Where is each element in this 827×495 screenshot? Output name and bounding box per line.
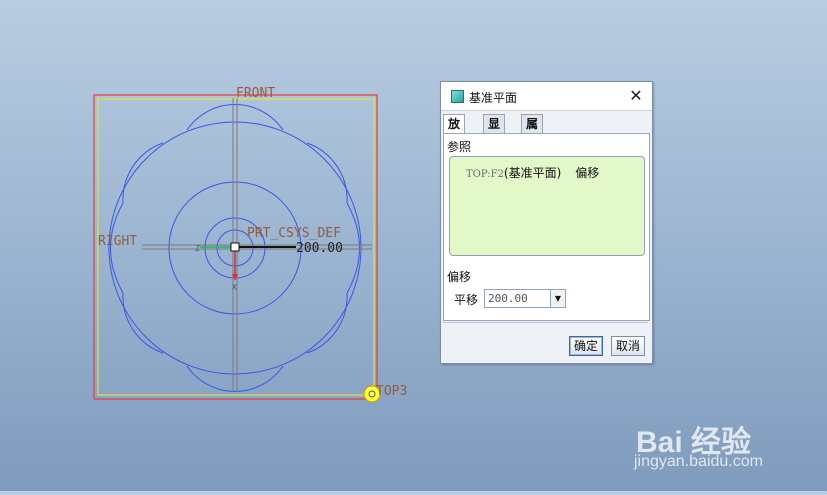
new-plane-label: TOP3 — [376, 384, 407, 399]
datum-plane-dialog[interactable]: 基准平面 ✕ 放置 显示 属性 参照 TOP:F2(基准平面) 偏移 偏移 平移 … — [440, 81, 653, 364]
tab-placement[interactable]: 放置 — [443, 114, 466, 149]
offset-dimension-value[interactable]: 200.00 — [296, 241, 343, 256]
petal-lower-right — [306, 292, 348, 354]
references-collector[interactable]: TOP:F2(基准平面) 偏移 — [449, 156, 645, 256]
chevron-down-icon[interactable]: ▼ — [550, 290, 565, 307]
tab-properties[interactable]: 属性 — [521, 114, 544, 149]
ok-button[interactable]: 确定 — [569, 336, 604, 356]
reference-type: (基准平面) — [503, 166, 562, 180]
petal-lower-left — [122, 292, 164, 354]
placement-panel: 参照 TOP:F2(基准平面) 偏移 偏移 平移 ▼ — [443, 133, 650, 321]
baidu-watermark: Bai 经验 jingyan.baidu.com — [600, 395, 825, 475]
footer-divider — [443, 322, 648, 323]
tab-display[interactable]: 显示 — [483, 114, 506, 149]
reference-mode[interactable]: 偏移 — [575, 166, 599, 180]
csys-label: PRT_CSYS_DEF — [247, 226, 341, 241]
x-axis-label: X — [232, 283, 237, 292]
translate-combobox[interactable]: ▼ — [484, 289, 566, 308]
front-label: FRONT — [236, 86, 275, 101]
datum-plane-icon — [451, 90, 464, 103]
dialog-title: 基准平面 — [469, 91, 518, 105]
translate-label: 平移 — [454, 293, 479, 307]
reference-item[interactable]: TOP:F2(基准平面) 偏移 — [466, 164, 599, 181]
reference-code: TOP:F2 — [466, 169, 504, 180]
watermark-url: jingyan.baidu.com — [634, 453, 763, 470]
right-label: RIGHT — [98, 234, 137, 249]
petal-upper-left — [122, 142, 164, 204]
dialog-titlebar[interactable]: 基准平面 ✕ — [441, 82, 652, 111]
petal-upper-right — [306, 142, 348, 204]
references-label: 参照 — [447, 140, 472, 154]
offset-section-label: 偏移 — [447, 270, 472, 284]
close-icon[interactable]: ✕ — [626, 86, 646, 106]
csys-origin-marker[interactable] — [230, 242, 240, 252]
translate-input[interactable] — [485, 290, 548, 307]
petal-right — [346, 202, 360, 294]
cancel-button[interactable]: 取消 — [611, 336, 646, 356]
z-axis-label: Z — [195, 244, 200, 253]
